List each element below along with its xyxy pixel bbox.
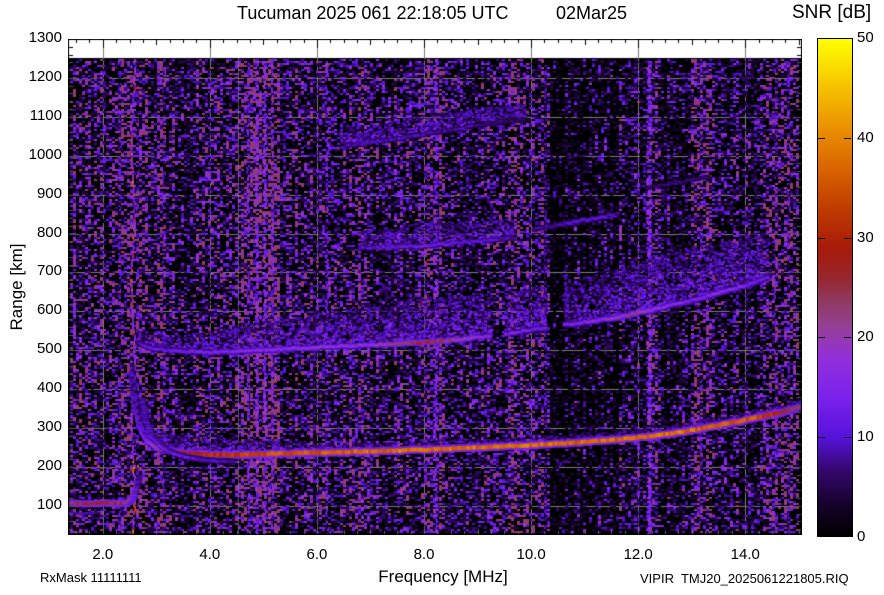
y-tick-label: 300 <box>36 418 62 436</box>
snr-colorbar <box>817 38 853 537</box>
colorbar-tick-label: 30 <box>857 228 874 246</box>
colorbar-tick <box>844 337 851 339</box>
colorbar-tick-label: 40 <box>857 128 874 146</box>
y-tick-label: 1200 <box>28 67 62 85</box>
colorbar-tick <box>818 337 825 339</box>
colorbar-tick-label: 20 <box>857 328 874 346</box>
x-tick-label: 4.0 <box>199 546 221 563</box>
colorbar-tick <box>818 437 825 439</box>
y-tick-label: 200 <box>36 456 62 474</box>
data-filename: VIPIR TMJ20_2025061221805.RIQ <box>640 571 849 586</box>
x-axis-title: Frequency [MHz] <box>378 567 508 586</box>
colorbar-tick <box>844 137 851 139</box>
y-tick-label: 1100 <box>29 106 62 124</box>
y-tick-label: 600 <box>36 301 62 319</box>
colorbar-tick-label: 10 <box>857 428 874 446</box>
y-tick-label: 1000 <box>28 145 62 163</box>
colorbar-tick <box>844 237 851 239</box>
x-tick-label: 8.0 <box>413 546 435 563</box>
ionogram-page: Tucuman 2025 061 22:18:05 UTC 02Mar25 SN… <box>0 0 884 595</box>
y-tick-label: 800 <box>36 223 62 241</box>
ionogram-heatmap <box>68 39 802 535</box>
colorbar-tick <box>844 437 851 439</box>
colorbar-tick-label: 50 <box>857 29 874 46</box>
x-tick-label: 12.0 <box>623 546 653 563</box>
y-tick-label: 900 <box>36 184 62 202</box>
y-tick-label: 500 <box>36 340 62 358</box>
page-title: Tucuman 2025 061 22:18:05 UTC <box>237 3 509 23</box>
title-date: 02Mar25 <box>556 3 628 23</box>
colorbar-title: SNR [dB] <box>792 2 872 23</box>
y-axis-title: Range [km] <box>7 243 26 331</box>
y-tick-label: 400 <box>36 379 62 397</box>
y-tick-label: 700 <box>36 262 62 280</box>
colorbar-tick-label: 0 <box>857 528 866 545</box>
x-tick-label: 10.0 <box>516 546 546 563</box>
x-tick-label: 2.0 <box>92 546 114 563</box>
y-tick-label: 100 <box>36 495 62 513</box>
x-tick-label: 14.0 <box>730 546 760 563</box>
x-tick-label: 6.0 <box>306 546 328 563</box>
rx-mask-label: RxMask 11111111 <box>40 570 142 585</box>
colorbar-tick <box>818 137 825 139</box>
y-tick-label: 1300 <box>28 29 62 46</box>
colorbar-tick <box>818 237 825 239</box>
